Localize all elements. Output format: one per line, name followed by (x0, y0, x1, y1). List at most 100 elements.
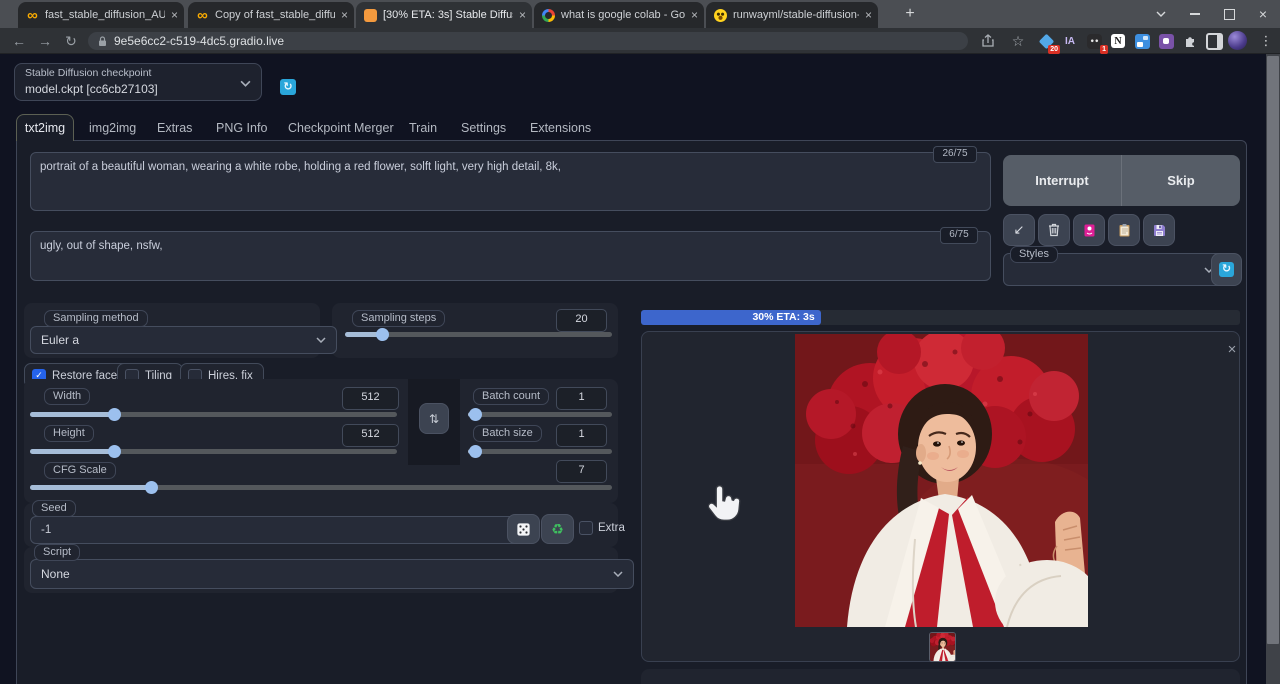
extension-3-icon[interactable]: 1 (1084, 31, 1104, 51)
seed-label: Seed (32, 500, 76, 517)
random-seed-button[interactable] (507, 514, 540, 544)
height-value[interactable]: 512 (342, 424, 399, 447)
avatar[interactable] (1228, 31, 1247, 50)
height-slider[interactable] (30, 449, 397, 454)
tab-title: Copy of fast_stable_diffusion (215, 9, 335, 21)
skip-button[interactable]: Skip (1122, 155, 1240, 206)
slider-thumb[interactable] (108, 408, 121, 421)
cfg-scale-value[interactable]: 7 (556, 460, 607, 483)
sampling-steps-slider[interactable] (345, 332, 612, 337)
prompt-input[interactable]: portrait of a beautiful woman, wearing a… (30, 152, 991, 211)
seed-extra-checkbox[interactable]: Extra (579, 521, 625, 535)
show-extra-networks-button[interactable] (1073, 214, 1105, 246)
batch-count-value[interactable]: 1 (556, 387, 607, 410)
save-style-button[interactable] (1143, 214, 1175, 246)
browser-tab-2[interactable]: ∞ Copy of fast_stable_diffusion × (188, 2, 354, 28)
mouse-cursor-hand (706, 484, 742, 524)
apply-style-button[interactable] (1108, 214, 1140, 246)
gallery-thumbnail[interactable] (929, 632, 956, 662)
width-slider[interactable] (30, 412, 397, 417)
negative-prompt-input[interactable]: ugly, out of shape, nsfw, (30, 231, 991, 281)
huggingface-icon (714, 9, 727, 22)
slider-thumb[interactable] (469, 408, 482, 421)
checkpoint-label: Stable Diffusion checkpoint (25, 67, 151, 79)
tab-title: what is google colab - Googl (561, 9, 685, 21)
tab-close-icon[interactable]: × (341, 9, 348, 21)
scrollbar-thumb[interactable] (1267, 56, 1279, 644)
script-dropdown[interactable]: None (30, 559, 634, 589)
checkpoint-dropdown[interactable]: Stable Diffusion checkpoint model.ckpt [… (14, 63, 262, 101)
generated-image-preview[interactable] (795, 334, 1088, 627)
tab-search-icon[interactable] (1144, 0, 1178, 28)
tab-close-icon[interactable]: × (691, 9, 698, 21)
back-icon[interactable]: ← (6, 28, 32, 54)
tab-txt2img[interactable]: txt2img (16, 114, 74, 141)
browser-tab-5[interactable]: runwayml/stable-diffusion-v1 × (706, 2, 878, 28)
seed-value: -1 (41, 524, 511, 536)
slider-thumb[interactable] (145, 481, 158, 494)
chevron-down-icon (316, 337, 326, 343)
swap-width-height-button[interactable]: ⇅ (419, 403, 449, 434)
sampling-steps-value[interactable]: 20 (556, 309, 607, 332)
page-scrollbar[interactable] (1266, 54, 1280, 684)
gallery-close-icon[interactable]: × (1221, 339, 1243, 361)
checkpoint-refresh-button[interactable]: ↻ (280, 79, 296, 95)
tab-close-icon[interactable]: × (865, 9, 872, 21)
window-close-button[interactable]: × (1246, 0, 1280, 28)
tab-extras[interactable]: Extras (157, 121, 192, 135)
slider-thumb[interactable] (108, 445, 121, 458)
width-value[interactable]: 512 (342, 387, 399, 410)
window-minimize-button[interactable] (1178, 0, 1212, 28)
extension-1-icon[interactable]: 20 (1036, 31, 1056, 51)
reuse-seed-button[interactable]: ♻ (541, 514, 574, 544)
browser-tab-4[interactable]: what is google colab - Googl × (534, 2, 704, 28)
refresh-icon: ↻ (1219, 262, 1234, 277)
window-maximize-button[interactable] (1212, 0, 1246, 28)
extension-2-icon[interactable]: IA (1060, 31, 1080, 51)
batch-size-label: Batch size (473, 425, 542, 442)
seed-input[interactable]: -1 (30, 516, 522, 544)
address-bar[interactable]: 9e5e6cc2-c519-4dc5.gradio.live (88, 32, 968, 50)
batch-size-slider[interactable] (468, 449, 612, 454)
chevron-down-icon (613, 571, 623, 577)
tab-checkpoint-merger[interactable]: Checkpoint Merger (288, 121, 394, 135)
tab-train[interactable]: Train (409, 121, 437, 135)
slider-thumb[interactable] (376, 328, 389, 341)
trash-icon (1048, 223, 1060, 237)
checkpoint-value: model.ckpt [cc6cb27103] (25, 82, 158, 96)
extension-6-icon[interactable] (1156, 31, 1176, 51)
browser-tab-3-active[interactable]: [30% ETA: 3s] Stable Diffusion × (356, 2, 532, 28)
forward-icon[interactable]: → (32, 28, 58, 54)
checkbox-icon[interactable] (579, 521, 593, 535)
clear-prompt-button[interactable] (1038, 214, 1070, 246)
tab-img2img[interactable]: img2img (89, 121, 136, 135)
sampling-method-dropdown[interactable]: Euler a (30, 326, 337, 354)
batch-size-value[interactable]: 1 (556, 424, 607, 447)
tab-png-info[interactable]: PNG Info (216, 121, 267, 135)
extension-notion-icon[interactable]: N (1108, 31, 1128, 51)
tab-extensions[interactable]: Extensions (530, 121, 591, 135)
extensions-puzzle-icon[interactable] (1180, 31, 1200, 51)
tab-close-icon[interactable]: × (519, 9, 526, 21)
browser-tab-1[interactable]: ∞ fast_stable_diffusion_AUTOMA × (18, 2, 184, 28)
tab-close-icon[interactable]: × (171, 9, 178, 21)
new-tab-button[interactable]: + (896, 0, 924, 28)
interrupt-button[interactable]: Interrupt (1003, 155, 1122, 206)
batch-count-slider[interactable] (468, 412, 612, 417)
slider-thumb[interactable] (469, 445, 482, 458)
browser-menu-icon[interactable]: ⋮ (1256, 31, 1276, 51)
progress-text: 30% ETA: 3s (641, 310, 821, 325)
paste-generation-params-button[interactable]: ↙ (1003, 214, 1035, 246)
extension-3-badge: 1 (1100, 45, 1108, 54)
share-icon[interactable] (978, 31, 998, 51)
url-text: 9e5e6cc2-c519-4dc5.gradio.live (114, 32, 284, 50)
cfg-scale-slider[interactable] (30, 485, 612, 490)
extension-5-icon[interactable] (1132, 31, 1152, 51)
output-actions-block (641, 669, 1240, 684)
reload-icon[interactable]: ↻ (58, 28, 84, 54)
styles-refresh-button[interactable]: ↻ (1211, 253, 1242, 286)
bookmark-star-icon[interactable]: ☆ (1008, 31, 1028, 51)
colab-icon: ∞ (196, 9, 209, 22)
sidebar-toggle-icon[interactable] (1204, 31, 1224, 51)
tab-settings[interactable]: Settings (461, 121, 506, 135)
